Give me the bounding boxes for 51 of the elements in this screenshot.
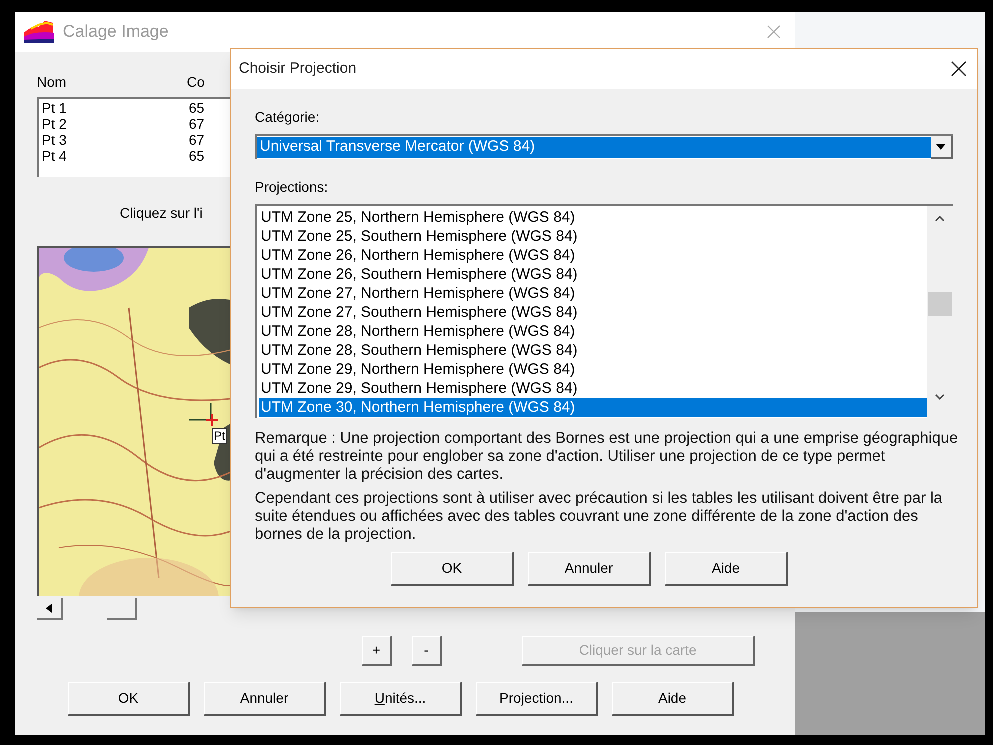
cancel-button[interactable]: Annuler [204,682,326,716]
scrollbar-thumb[interactable] [928,292,952,316]
dialog-title: Choisir Projection [239,58,357,79]
ok-button[interactable]: OK [68,682,190,716]
ok-button[interactable]: OK [391,552,514,586]
crosshair-icon [189,403,218,426]
point-name: Pt 4 [42,148,68,164]
scroll-left-button[interactable] [37,598,63,620]
list-item[interactable]: UTM Zone 25, Northern Hemisphere (WGS 84) [259,208,927,227]
category-dropdown[interactable]: Universal Transverse Mercator (WGS 84) [255,134,953,159]
cancel-button[interactable]: Annuler [528,552,651,586]
help-button[interactable]: Aide [612,682,734,716]
scroll-down-icon[interactable] [935,394,945,400]
column-header: Nom [37,73,68,92]
zoom-in-button[interactable]: + [362,636,392,666]
help-button[interactable]: Aide [665,552,788,586]
window-title: Calage Image [63,21,169,44]
list-item[interactable]: UTM Zone 26, Northern Hemisphere (WGS 84) [259,246,927,265]
instruction-text: Cliquez sur l'i [120,205,203,221]
list-item[interactable]: UTM Zone 28, Northern Hemisphere (WGS 84) [259,322,927,341]
app-logo-icon [23,19,55,45]
projection-button[interactable]: Projection... [476,682,598,716]
point-coordinate: 65 [189,148,205,164]
note-text: Cependant ces projections sont à utiliser avec précaution si les tables les utilisant doivent être par la suite étendues ou affichées avec des tables couvrant une zone différente de la zone d'action des bornes de la projection. [255,490,944,544]
point-coordinate: 65 [189,100,205,116]
note-text: Remarque : Une projection comportant des Bornes est une projection qui a une emprise géographique qui a été restreinte pour englober sa zone d'action. Utiliser une projection de ce type permet d'augmenter la précision des cartes. [255,430,960,484]
category-label: Catégorie: [255,109,320,125]
scrollbar-thumb[interactable] [107,598,137,620]
close-icon[interactable] [951,61,967,77]
left-arrow-icon [46,604,52,612]
point-name: Pt 2 [42,116,68,132]
list-item[interactable]: UTM Zone 27, Northern Hemisphere (WGS 84) [259,284,927,303]
list-item[interactable]: UTM Zone 27, Southern Hemisphere (WGS 84) [259,303,927,322]
point-label: Pt [212,428,228,444]
point-name: Pt 3 [42,132,68,148]
list-item[interactable]: UTM Zone 26, Southern Hemisphere (WGS 84) [259,265,927,284]
list-item[interactable]: UTM Zone 25, Southern Hemisphere (WGS 84) [259,227,927,246]
point-name: Pt 1 [42,100,68,116]
list-item[interactable]: UTM Zone 28, Southern Hemisphere (WGS 84) [259,341,927,360]
scroll-up-icon[interactable] [935,216,945,222]
column-header: Co [187,73,205,92]
dropdown-value: Universal Transverse Mercator (WGS 84) [257,137,931,158]
zoom-out-button[interactable]: - [412,636,442,666]
point-coordinate: 67 [189,116,205,132]
dropdown-arrow-icon [936,144,946,150]
units-button[interactable]: Unités... [340,682,462,716]
list-item[interactable]: UTM Zone 29, Southern Hemisphere (WGS 84) [259,379,927,398]
point-coordinate: 67 [189,132,205,148]
projections-label: Projections: [255,179,328,195]
list-item[interactable]: UTM Zone 29, Northern Hemisphere (WGS 84) [259,360,927,379]
list-item[interactable]: UTM Zone 30, Northern Hemisphere (WGS 84) [259,398,927,417]
